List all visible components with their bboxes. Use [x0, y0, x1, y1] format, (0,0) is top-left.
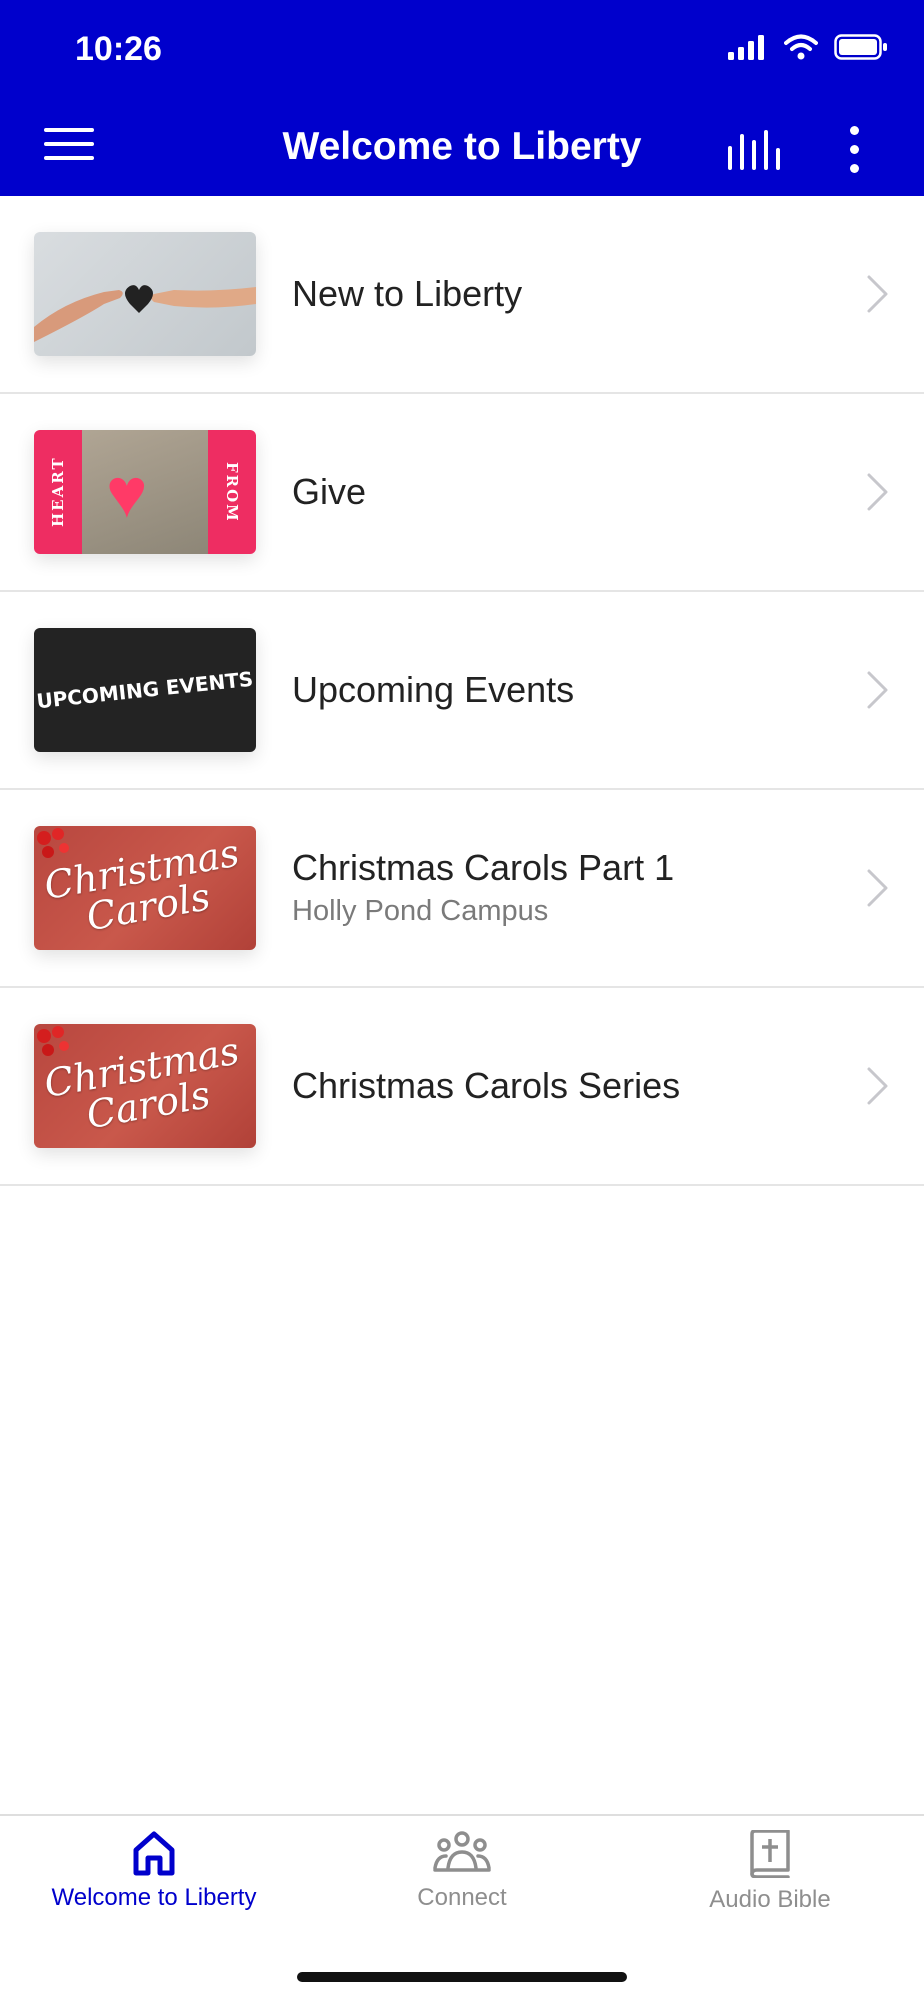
- tab-connect[interactable]: Connect: [308, 1830, 616, 1940]
- item-subtitle: Holly Pond Campus: [292, 895, 549, 927]
- app-header: 10:26 Welcome to Liberty: [0, 0, 924, 196]
- chevron-right-icon: [867, 869, 888, 907]
- chevron-right-icon: [867, 671, 888, 709]
- chevron-right-icon: [867, 473, 888, 511]
- signal-icon: [728, 35, 764, 60]
- item-text: Christmas Carols Series: [292, 988, 680, 1184]
- item-title: New to Liberty: [292, 273, 523, 314]
- item-title: Upcoming Events: [292, 669, 575, 710]
- wifi-icon: [784, 34, 818, 60]
- battery-icon: [834, 34, 887, 60]
- bible-icon: [750, 1830, 790, 1878]
- item-title: Christmas Carols Series: [292, 1065, 681, 1106]
- thumb-text-left: HEART: [49, 456, 67, 528]
- item-text: Upcoming Events: [292, 592, 574, 788]
- audio-bars-icon[interactable]: [726, 130, 782, 170]
- status-time: 10:26: [75, 30, 162, 68]
- thumb-text-right: FROM: [223, 461, 241, 523]
- hands-heart-thumbnail: [34, 232, 256, 356]
- list-item-christmas-carols-series[interactable]: Christmas Carols Christmas Carols Series: [0, 988, 924, 1186]
- item-title: Give: [292, 471, 367, 512]
- more-options-button[interactable]: [840, 124, 870, 176]
- list-item-christmas-carols-part-1[interactable]: Christmas Carols Christmas Carols Part 1…: [0, 790, 924, 988]
- item-title: Christmas Carols Part 1: [292, 847, 675, 888]
- item-text: Give: [292, 394, 366, 590]
- people-icon: [433, 1831, 491, 1872]
- page-title: Welcome to Liberty: [282, 125, 642, 168]
- hands-heart-icon: [34, 285, 256, 342]
- tab-label: Welcome to Liberty: [51, 1884, 257, 1911]
- status-icons: [728, 34, 888, 60]
- tab-welcome-to-liberty[interactable]: Welcome to Liberty: [0, 1830, 308, 1940]
- tab-label: Connect: [417, 1884, 507, 1911]
- list-item-give[interactable]: HEART ♥ FROM Give: [0, 394, 924, 592]
- christmas-carols-thumbnail: Christmas Carols: [34, 1024, 256, 1148]
- home-icon: [133, 1831, 175, 1876]
- item-text: New to Liberty: [292, 196, 522, 392]
- dot-icon: [850, 145, 859, 154]
- upcoming-events-thumbnail: UPCOMING EVENTS: [34, 628, 256, 752]
- tab-label: Audio Bible: [709, 1886, 831, 1913]
- chevron-right-icon: [867, 275, 888, 313]
- list-item-upcoming-events[interactable]: UPCOMING EVENTS Upcoming Events: [0, 592, 924, 790]
- christmas-carols-thumbnail: Christmas Carols: [34, 826, 256, 950]
- tab-audio-bible[interactable]: Audio Bible: [616, 1830, 924, 1940]
- heart-from-thumbnail: HEART ♥ FROM: [34, 430, 256, 554]
- chevron-right-icon: [867, 1067, 888, 1105]
- heart-icon: ♥: [106, 454, 148, 532]
- thumb-text: UPCOMING EVENTS: [35, 666, 255, 714]
- content-list: New to Liberty HEART ♥ FROM Give UPCOMIN…: [0, 196, 924, 1186]
- dot-icon: [850, 126, 859, 135]
- item-text: Christmas Carols Part 1 Holly Pond Campu…: [292, 790, 674, 986]
- list-item-new-to-liberty[interactable]: New to Liberty: [0, 196, 924, 394]
- home-indicator[interactable]: [297, 1972, 627, 1982]
- dot-icon: [850, 164, 859, 173]
